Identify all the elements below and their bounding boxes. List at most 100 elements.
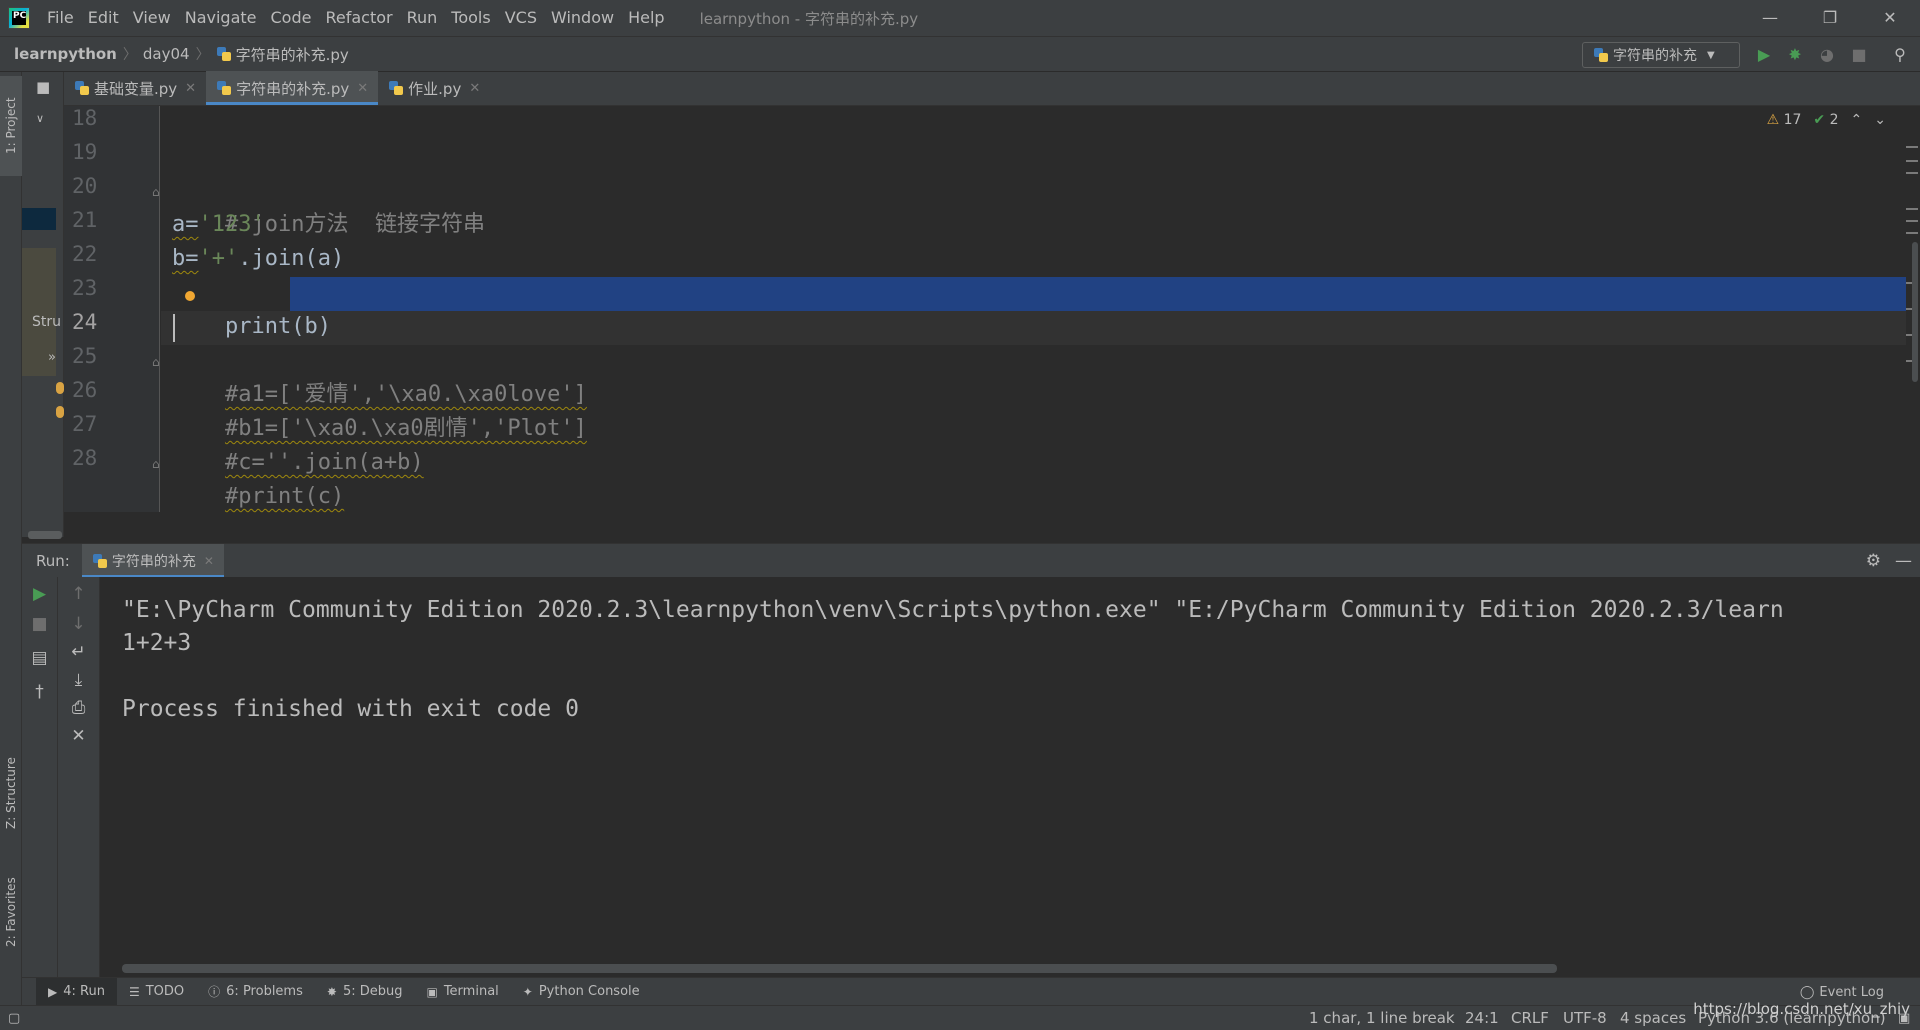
caret-row-highlight [161,311,1906,345]
toggle-tool-windows-icon[interactable]: ▢ [8,1006,20,1030]
code-line-20[interactable]: # join方法 链接字符串 [172,174,485,237]
fold-marker-icon[interactable]: ⌂ [152,457,160,471]
favorites-tool-tab[interactable]: 2: Favorites [0,862,22,962]
tool-tab-terminal[interactable]: ▣ Terminal [414,978,510,1006]
close-tab-icon[interactable]: ✕ [357,81,368,96]
code-line-26[interactable]: #b1=['\xa0.\xa0剧情','Plot'] [172,378,587,441]
menu-navigate[interactable]: Navigate [178,0,264,36]
scroll-to-end-icon[interactable]: ⤓ [58,665,99,695]
horizontal-scrollbar[interactable] [122,964,1557,973]
chevron-down-icon[interactable]: ∨ [36,112,44,125]
fold-marker-icon[interactable]: ⌂ [152,355,160,369]
menu-edit[interactable]: Edit [81,0,126,36]
weak-warning-count[interactable]: ✔ 2 [1813,112,1838,128]
stripe-mark[interactable] [1906,208,1918,210]
structure-tool-tab[interactable]: Z: Structure [0,738,22,848]
run-tab[interactable]: 字符串的补充 ✕ [81,543,224,578]
expand-more-icon[interactable]: » [48,350,56,365]
code-token: a= [172,212,199,237]
editor-tab-homework[interactable]: 作业.py ✕ [378,71,490,105]
status-caret-position[interactable]: 24:1 [1465,1006,1499,1030]
layout-icon[interactable]: ▤ [22,643,57,673]
code-line-28[interactable]: #print(c) [172,446,344,509]
folder-icon[interactable]: ■ [36,78,50,96]
breadcrumb-project[interactable]: learnpython [14,45,117,63]
tool-tab-problems[interactable]: ⓘ 6: Problems [196,978,315,1006]
tool-tab-debug[interactable]: ✸ 5: Debug [315,978,415,1006]
code-line-27[interactable]: #c=''.join(a+b) [172,412,424,475]
horizontal-scrollbar[interactable] [28,531,62,539]
stripe-mark[interactable] [1906,232,1918,234]
close-tab-icon[interactable]: ✕ [469,81,480,96]
code-line-21[interactable]: a='123' [172,208,265,242]
stripe-mark[interactable] [1906,160,1918,162]
menu-file[interactable]: File [40,0,81,36]
inspection-widget[interactable]: ⚠ 17 ✔ 2 ⌃ ⌄ [1767,112,1886,128]
menu-run[interactable]: Run [400,0,445,36]
run-play-icon[interactable]: ▶ [1752,43,1776,67]
code-line-25[interactable]: #a1=['爱情','\xa0.\xa0love'] [172,344,587,407]
menu-view[interactable]: View [126,0,178,36]
breadcrumb-file[interactable]: 字符串的补充.py [236,44,349,65]
fold-marker-icon[interactable]: ⌂ [152,185,160,199]
trash-icon[interactable]: ✕ [58,721,99,751]
status-indent[interactable]: 4 spaces [1620,1006,1686,1030]
line-number-gutter[interactable]: 18 19 20 21 22 23 24 25 26 27 28 ⌂ ⌂ ⌂ [64,106,160,512]
coverage-icon[interactable]: ◕ [1815,43,1839,67]
editor-tab-basic-variables[interactable]: 基础变量.py ✕ [64,71,206,105]
restore-icon[interactable]: ❐ [1800,0,1860,36]
menu-tools[interactable]: Tools [444,0,497,36]
code-token: .join(a) [238,246,345,271]
string-literal: '123' [198,212,265,237]
debug-bug-icon[interactable]: ✸ [1783,43,1807,67]
editor-tab-string-supplement[interactable]: 字符串的补充.py ✕ [206,71,379,105]
menu-window[interactable]: Window [544,0,621,36]
breadcrumb-folder[interactable]: day04 [143,45,190,63]
rerun-icon[interactable]: ▶ [22,579,57,609]
stop-icon[interactable]: ■ [1847,43,1871,67]
vertical-scrollbar[interactable] [1912,242,1918,382]
tool-tab-python-console[interactable]: ✦ Python Console [511,978,652,1006]
gear-icon[interactable]: ⚙ [1866,551,1881,571]
status-line-separator[interactable]: CRLF [1511,1006,1549,1030]
menu-vcs[interactable]: VCS [498,0,544,36]
error-stripe[interactable] [1906,146,1920,526]
run-configuration-dropdown[interactable]: 字符串的补充 ▼ [1582,42,1740,68]
stripe-mark[interactable] [1906,146,1918,148]
code-line-23[interactable]: print(b) [172,276,331,339]
run-console-output[interactable]: "E:\PyCharm Community Edition 2020.2.3\l… [100,577,1920,977]
arrow-down-icon[interactable]: ↓ [58,609,99,639]
status-encoding[interactable]: UTF-8 [1563,1006,1607,1030]
menu-code[interactable]: Code [264,0,319,36]
stripe-mark[interactable] [1906,172,1918,174]
pin-icon[interactable]: † [22,677,57,707]
tool-tab-todo[interactable]: ☰ TODO [117,978,196,1006]
selected-tree-row[interactable] [22,208,56,230]
print-icon[interactable]: ⎙ [58,693,99,723]
arrow-up-icon[interactable]: ↑ [58,579,99,609]
minimize-icon[interactable]: — [1740,0,1800,36]
stripe-mark[interactable] [1906,220,1918,222]
search-icon[interactable]: ⚲ [1888,43,1912,67]
close-tab-icon[interactable]: ✕ [204,554,214,568]
project-tool-tab[interactable]: 1: Project [0,76,22,176]
editor-tab-label: 字符串的补充.py [236,79,350,98]
soft-wrap-icon[interactable]: ↵ [58,637,99,667]
warning-count[interactable]: ⚠ 17 [1767,112,1802,128]
menu-refactor[interactable]: Refactor [318,0,399,36]
code-line-22[interactable]: b='+'.join(a) [172,242,344,276]
tool-tab-label: 6: Problems [226,984,303,999]
tool-tab-run[interactable]: ▶ 4: Run [36,977,117,1006]
code-token: b= [172,246,199,271]
code-editor[interactable]: 18 19 20 21 22 23 24 25 26 27 28 ⌂ ⌂ ⌂ #… [64,106,1920,520]
chevron-up-icon[interactable]: ⌃ [1851,112,1863,128]
hide-panel-icon[interactable]: — [1895,551,1912,571]
close-tab-icon[interactable]: ✕ [185,81,196,96]
window-controls: — ❐ ✕ [1740,0,1920,36]
intention-bulb-icon[interactable] [185,291,195,301]
chevron-down-icon[interactable]: ⌄ [1874,112,1886,128]
menu-help[interactable]: Help [621,0,671,36]
close-window-icon[interactable]: ✕ [1860,0,1920,36]
stop-icon[interactable]: ■ [22,609,57,639]
navigation-bar: learnpython 〉 day04 〉 字符串的补充.py 字符串的补充 ▼… [0,36,1920,72]
